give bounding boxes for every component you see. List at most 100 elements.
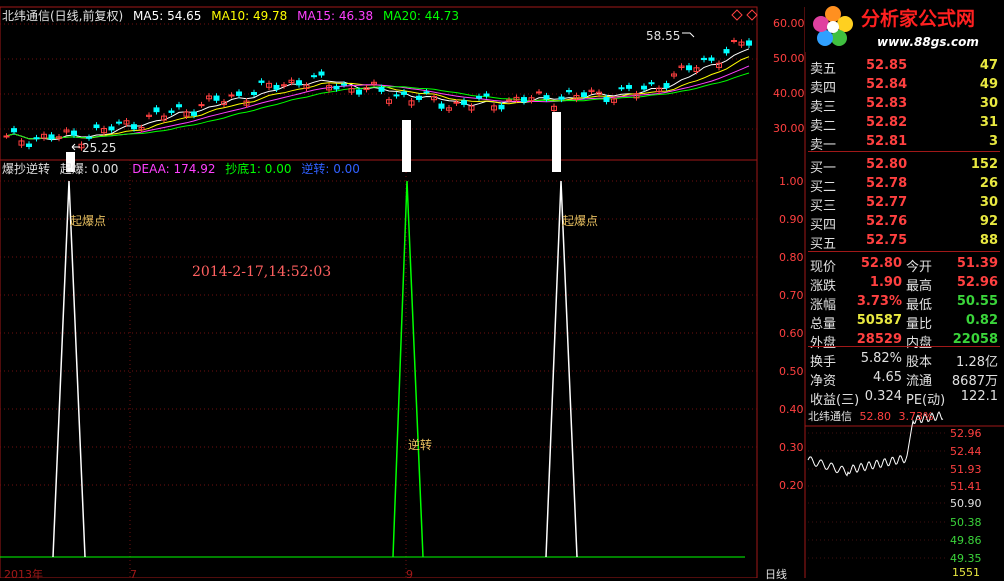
candle-body [296,80,302,86]
indicator-spike [545,180,578,558]
candle-body [228,94,235,97]
ma15-line [6,65,750,140]
indicator-tick: 0.60 [779,327,804,340]
candle-body [663,83,670,89]
order-book-row[interactable]: 买二 52.78 26 [808,174,1004,195]
logo-area: 分析家公式网 www.88gs.com [805,0,1004,52]
indicator-tick: 0.70 [779,289,804,302]
order-book-row[interactable]: 卖二 52.82 31 [808,113,1004,134]
order-volume: 3 [988,134,998,149]
ma20-line [6,72,750,140]
quote-divider [808,251,1000,252]
order-price: 52.75 [866,233,908,248]
grid-lines [0,23,757,578]
mini-axis-tick: 52.96 [950,427,982,440]
candle-body [581,92,587,98]
quote-value: 3.73% [856,294,902,309]
period-label[interactable]: 日线 [765,569,787,580]
mini-stock-name: 北纬通信 [808,410,852,423]
order-price: 52.85 [866,58,908,73]
order-volume: 26 [979,176,998,191]
candle-body [93,124,100,129]
candle-body [423,91,430,94]
candle-body [416,95,422,100]
mini-axis-tick: 50.90 [950,497,982,510]
diamond-icon-2[interactable] [746,9,758,21]
candle-body [558,96,565,100]
order-book: 卖五 52.85 47 卖四 52.84 49 卖三 52.83 30 卖二 52.8… [808,56,1004,252]
quote-value-2: 22058 [952,332,998,347]
mini-volume: 1551 [952,566,980,579]
order-volume: 49 [979,77,998,92]
candle-body [708,57,715,61]
ma20-label: MA20: 44.73 [383,9,460,23]
ma10-label: MA10: 49.78 [211,9,288,23]
candle-body [251,91,257,96]
candle-body [311,75,317,78]
logo-url: www.88gs.com [877,35,979,49]
order-book-row[interactable]: 卖四 52.84 49 [808,75,1004,96]
high-arrow-icon [682,32,695,38]
indicator-tick: 1.00 [779,175,804,188]
candle-body [378,86,385,92]
timestamp: 2014-2-17,14:52:03 [192,264,332,280]
order-price: 52.80 [866,157,908,172]
mini-chart-header: 北纬通信 52.80 3.73% [808,411,933,422]
candle-body [506,99,512,102]
x-axis-year: 2013年 [4,568,43,581]
candle-body [401,91,407,95]
mini-axis-tick: 52.44 [950,445,982,458]
candle-body [318,71,325,76]
indicator-tick: 0.80 [779,251,804,264]
order-volume: 47 [979,58,998,73]
order-volume: 88 [979,233,998,248]
candle-body [258,80,265,83]
quote-value-2: 0.82 [965,313,998,328]
candle-body [731,39,737,42]
order-book-row[interactable]: 买一 52.80 152 [808,155,1004,176]
order-price: 52.82 [866,115,908,130]
quote-panel: 现价 52.80 今开 51.39 涨跌 1.90 最高 52.96 涨幅 3.73… [808,251,1004,351]
quote-value: 50587 [856,313,902,328]
fundamentals-row: 净资 4.65 流通 8687万 [808,367,1004,389]
fund-label-2: PE(动) [906,393,946,408]
candle-body [213,95,220,101]
order-price: 52.77 [866,195,908,210]
quote-value-2: 52.96 [956,275,998,290]
candle-body [536,91,542,94]
fundamentals-row: 换手 5.82% 股本 1.28亿 [808,348,1004,370]
order-price: 52.81 [866,134,908,149]
order-volume: 30 [979,96,998,111]
candle-body [476,95,482,99]
indicator-tick: 0.20 [779,479,804,492]
order-volume: 30 [979,195,998,210]
qibao-annotation: 起爆点 [70,214,107,228]
indicator-tick: 0.30 [779,441,804,454]
order-book-row[interactable]: 买四 52.76 92 [808,212,1004,233]
diamond-icon[interactable] [731,9,743,21]
indicator-panel-frame [0,159,758,578]
candle-body [626,85,632,89]
order-book-row[interactable]: 卖五 52.85 47 [808,56,1004,77]
order-book-row[interactable]: 买三 52.77 30 [808,193,1004,214]
candle-body [191,111,197,116]
candle-body [71,130,77,136]
candle-body [168,110,175,113]
quote-row: 涨跌 1.90 最高 52.96 [808,272,1004,294]
indicator-tick: 0.50 [779,365,804,378]
candle-body [723,49,730,54]
ma5-line [6,48,750,141]
order-book-row[interactable]: 卖一 52.81 3 [808,132,1004,153]
candle-body [48,134,55,140]
candle-body [341,83,347,86]
quote-value: 52.80 [860,256,902,271]
order-price: 52.83 [866,96,908,111]
candle-body [603,96,610,103]
order-book-row[interactable]: 卖三 52.83 30 [808,94,1004,115]
order-book-row[interactable]: 买五 52.75 88 [808,231,1004,252]
fund-value: 4.65 [873,370,902,385]
candle-body [746,40,752,46]
qibao-label: 起爆: 0.00 [59,162,119,176]
candle-body [86,136,92,139]
candle-body [498,104,505,110]
